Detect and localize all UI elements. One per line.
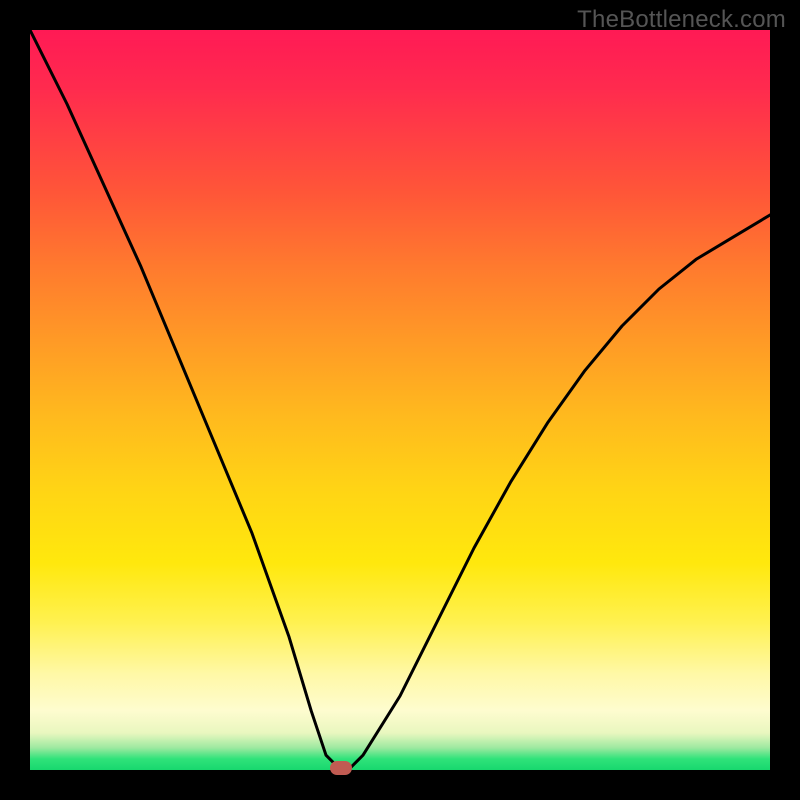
bottleneck-curve-path <box>30 30 770 770</box>
optimal-marker <box>330 761 352 775</box>
curve-svg <box>30 30 770 770</box>
chart-frame: TheBottleneck.com <box>0 0 800 800</box>
plot-area <box>30 30 770 770</box>
